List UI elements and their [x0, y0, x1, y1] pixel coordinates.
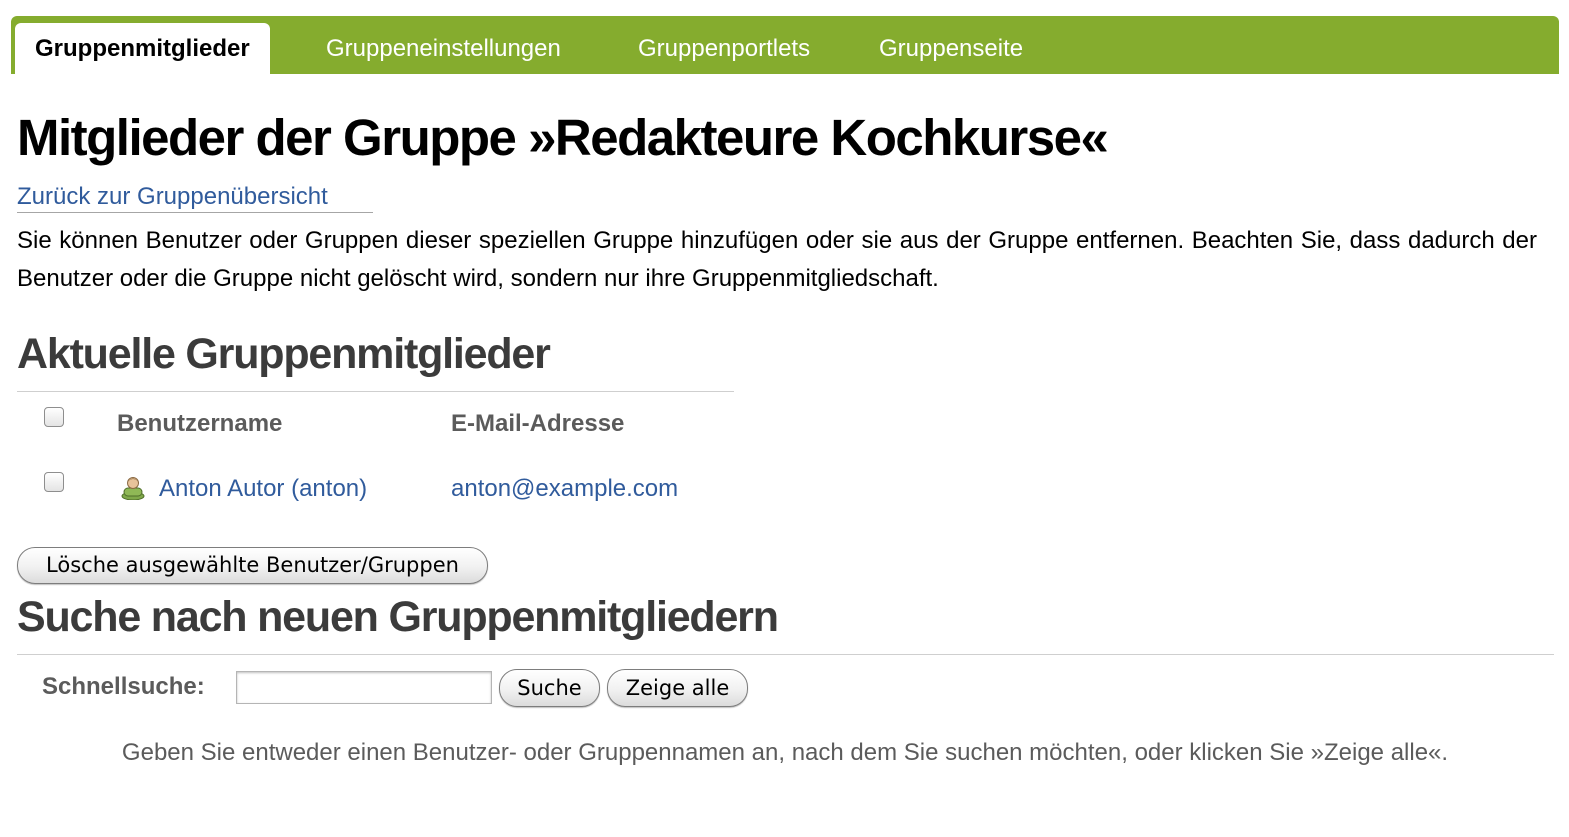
member-name-link[interactable]: Anton Autor (anton) — [159, 475, 367, 503]
tab-gruppenmitglieder[interactable]: Gruppenmitglieder — [15, 23, 270, 74]
members-heading-divider — [17, 391, 734, 392]
quick-search-input[interactable] — [236, 671, 492, 704]
select-all-checkbox[interactable] — [44, 407, 64, 427]
email-column-header: E-Mail-Adresse — [451, 410, 625, 437]
quick-search-label: Schnellsuche: — [42, 673, 205, 700]
member-row-checkbox[interactable] — [44, 472, 64, 492]
tab-bar: Gruppenmitglieder Gruppeneinstellungen G… — [11, 16, 1559, 74]
member-email-link[interactable]: anton@example.com — [451, 475, 678, 503]
page-title: Mitglieder der Gruppe »Redakteure Kochku… — [17, 109, 1109, 166]
search-hint: Geben Sie entweder einen Benutzer- oder … — [121, 739, 1449, 766]
tab-gruppenportlets[interactable]: Gruppenportlets — [638, 23, 810, 74]
delete-selected-button[interactable]: Lösche ausgewählte Benutzer/Gruppen — [17, 547, 488, 584]
tab-gruppeneinstellungen[interactable]: Gruppeneinstellungen — [326, 23, 561, 74]
tab-gruppenseite[interactable]: Gruppenseite — [879, 23, 1023, 74]
back-to-groups-link[interactable]: Zurück zur Gruppenübersicht — [17, 183, 373, 213]
search-members-heading: Suche nach neuen Gruppenmitgliedern — [17, 593, 779, 641]
current-members-heading: Aktuelle Gruppenmitglieder — [17, 330, 551, 378]
show-all-button[interactable]: Zeige alle — [607, 669, 748, 707]
search-button[interactable]: Suche — [499, 669, 600, 707]
username-column-header: Benutzername — [117, 410, 283, 437]
user-icon — [120, 474, 146, 501]
search-heading-divider — [17, 654, 1554, 655]
page-description: Sie können Benutzer oder Gruppen dieser … — [17, 227, 1537, 292]
